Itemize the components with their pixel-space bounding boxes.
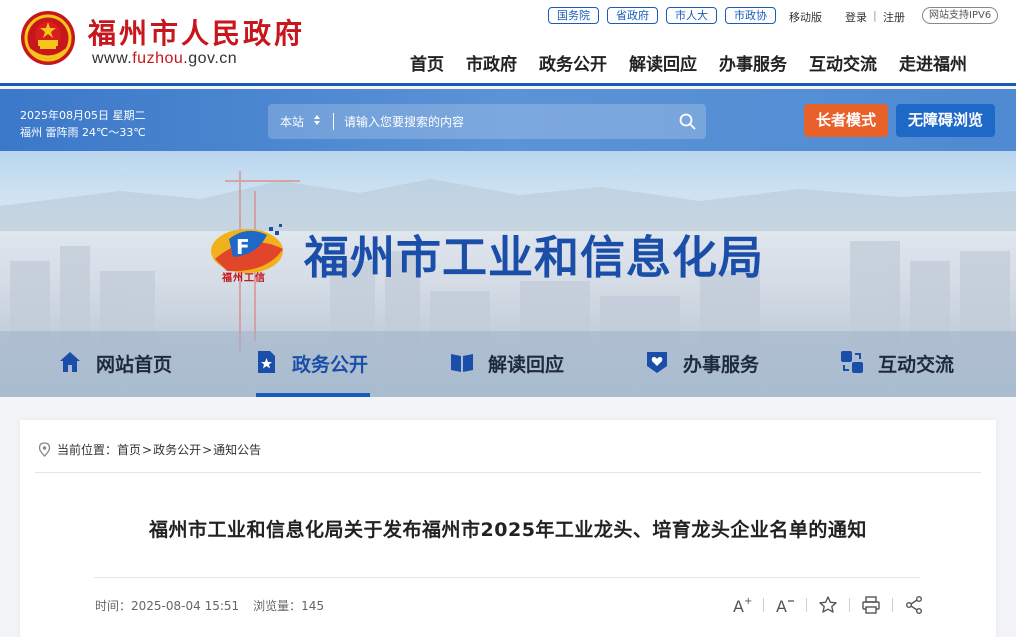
active-tab-indicator <box>256 393 370 397</box>
article-tools: A + A <box>732 595 924 615</box>
department-logo-text: 福州工信 <box>222 273 266 284</box>
site-title: 福州市人民政府 <box>88 17 306 50</box>
breadcrumb-notices[interactable]: 通知公告 <box>213 441 261 458</box>
views-label: 浏览量： <box>253 599 302 613</box>
sort-arrows-icon <box>314 115 320 125</box>
quick-links: 国务院 省政府 市人大 市政协 <box>548 7 776 24</box>
search-divider <box>333 113 334 130</box>
site-header: 福州市人民政府 www.fuzhou.gov.cn 国务院 省政府 市人大 市政… <box>0 0 1016 86</box>
document-star-icon <box>258 351 275 373</box>
divider <box>892 598 893 612</box>
share-icon[interactable] <box>904 595 924 615</box>
nav-government-affairs[interactable]: 政务公开 <box>539 50 607 75</box>
location-pin-icon <box>38 442 51 457</box>
font-decrease-icon[interactable]: A <box>775 595 795 615</box>
breadcrumb-separator: > <box>202 442 213 457</box>
heart-shield-icon <box>647 352 667 373</box>
breadcrumb: 当前位置： 首页 > 政务公开 > 通知公告 <box>38 441 261 458</box>
department-nav: 网站首页 政务公开 解读回应 办事服务 互动交流 <box>0 339 1016 397</box>
register-link[interactable]: 注册 <box>883 9 905 25</box>
date-text: 2025年08月05日 星期二 <box>20 109 146 122</box>
home-icon <box>60 352 80 372</box>
nav-city-government[interactable]: 市政府 <box>466 50 517 75</box>
breadcrumb-home[interactable]: 首页 <box>117 441 141 458</box>
font-increase-icon[interactable]: A + <box>732 595 752 615</box>
link-city-congress[interactable]: 市人大 <box>666 7 717 24</box>
link-provincial-government[interactable]: 省政府 <box>607 7 658 24</box>
breadcrumb-separator: > <box>142 442 153 457</box>
accessible-browse-button[interactable]: 无障碍浏览 <box>896 104 995 137</box>
ipv6-badge: 网站支持IPV6 <box>922 7 999 24</box>
print-icon[interactable] <box>861 595 881 615</box>
search-band: 2025年08月05日 星期二 福州 雷阵雨 24℃～33℃ 本站 请输入您要搜… <box>0 89 1016 151</box>
divider <box>806 598 807 612</box>
time-label: 时间： <box>95 599 132 613</box>
national-emblem-icon <box>21 11 75 65</box>
search-scope-select[interactable]: 本站 <box>280 113 304 130</box>
nav-services[interactable]: 办事服务 <box>719 50 787 75</box>
article-meta: 时间：2025-08-04 15:51 浏览量：145 <box>95 597 324 614</box>
publish-time: 2025-08-04 15:51 <box>131 599 240 613</box>
view-count: 145 <box>301 599 325 613</box>
divider <box>763 598 764 612</box>
svg-text:A: A <box>776 597 787 615</box>
nav-interpretation[interactable]: 解读回应 <box>629 50 697 75</box>
tab-site-home-label: 网站首页 <box>96 354 173 376</box>
site-url: www.fuzhou.gov.cn <box>92 50 238 67</box>
nav-home[interactable]: 首页 <box>410 50 444 75</box>
main-nav: 首页 市政府 政务公开 解读回应 办事服务 互动交流 走进福州 <box>410 50 967 75</box>
department-banner: F 福州工信 福州市工业和信息化局 网站首页 政务公开 解读回应 办事服务 互动… <box>0 151 1016 397</box>
divider <box>35 472 981 473</box>
nav-about-fuzhou[interactable]: 走进福州 <box>899 50 967 75</box>
chat-exchange-icon <box>841 351 863 373</box>
date-weather: 2025年08月05日 星期二 福州 雷阵雨 24℃～33℃ <box>20 107 146 141</box>
mobile-version-link[interactable]: 移动版 <box>789 9 822 25</box>
breadcrumb-government-affairs[interactable]: 政务公开 <box>153 441 201 458</box>
tab-services-label: 办事服务 <box>683 354 760 376</box>
breadcrumb-label: 当前位置： <box>57 443 118 457</box>
tab-government-affairs-label: 政务公开 <box>292 354 369 376</box>
link-city-cppcc[interactable]: 市政协 <box>725 7 776 24</box>
divider <box>849 598 850 612</box>
divider: | <box>873 9 877 22</box>
link-state-council[interactable]: 国务院 <box>548 7 599 24</box>
search-input[interactable]: 请输入您要搜索的内容 <box>344 113 464 130</box>
article-card: 当前位置： 首页 > 政务公开 > 通知公告 福州市工业和信息化局关于发布福州市… <box>20 420 996 637</box>
weather-text: 福州 雷阵雨 24℃～33℃ <box>20 126 146 139</box>
book-icon <box>451 354 473 372</box>
tab-interpretation-label: 解读回应 <box>488 354 565 376</box>
article-title: 福州市工业和信息化局关于发布福州市2025年工业龙头、培育龙头企业名单的通知 <box>149 519 867 541</box>
tab-interaction-label: 互动交流 <box>878 354 955 376</box>
divider <box>94 577 920 578</box>
nav-interaction[interactable]: 互动交流 <box>809 50 877 75</box>
login-link[interactable]: 登录 <box>845 9 867 25</box>
svg-text:A: A <box>733 597 744 615</box>
favorite-star-icon[interactable] <box>818 595 838 615</box>
elder-mode-button[interactable]: 长者模式 <box>804 104 888 137</box>
svg-text:+: + <box>744 596 752 607</box>
search-box[interactable]: 本站 请输入您要搜索的内容 <box>268 104 706 139</box>
department-name: 福州市工业和信息化局 <box>304 231 765 284</box>
svg-text:F: F <box>236 235 250 259</box>
search-icon[interactable] <box>679 113 696 130</box>
